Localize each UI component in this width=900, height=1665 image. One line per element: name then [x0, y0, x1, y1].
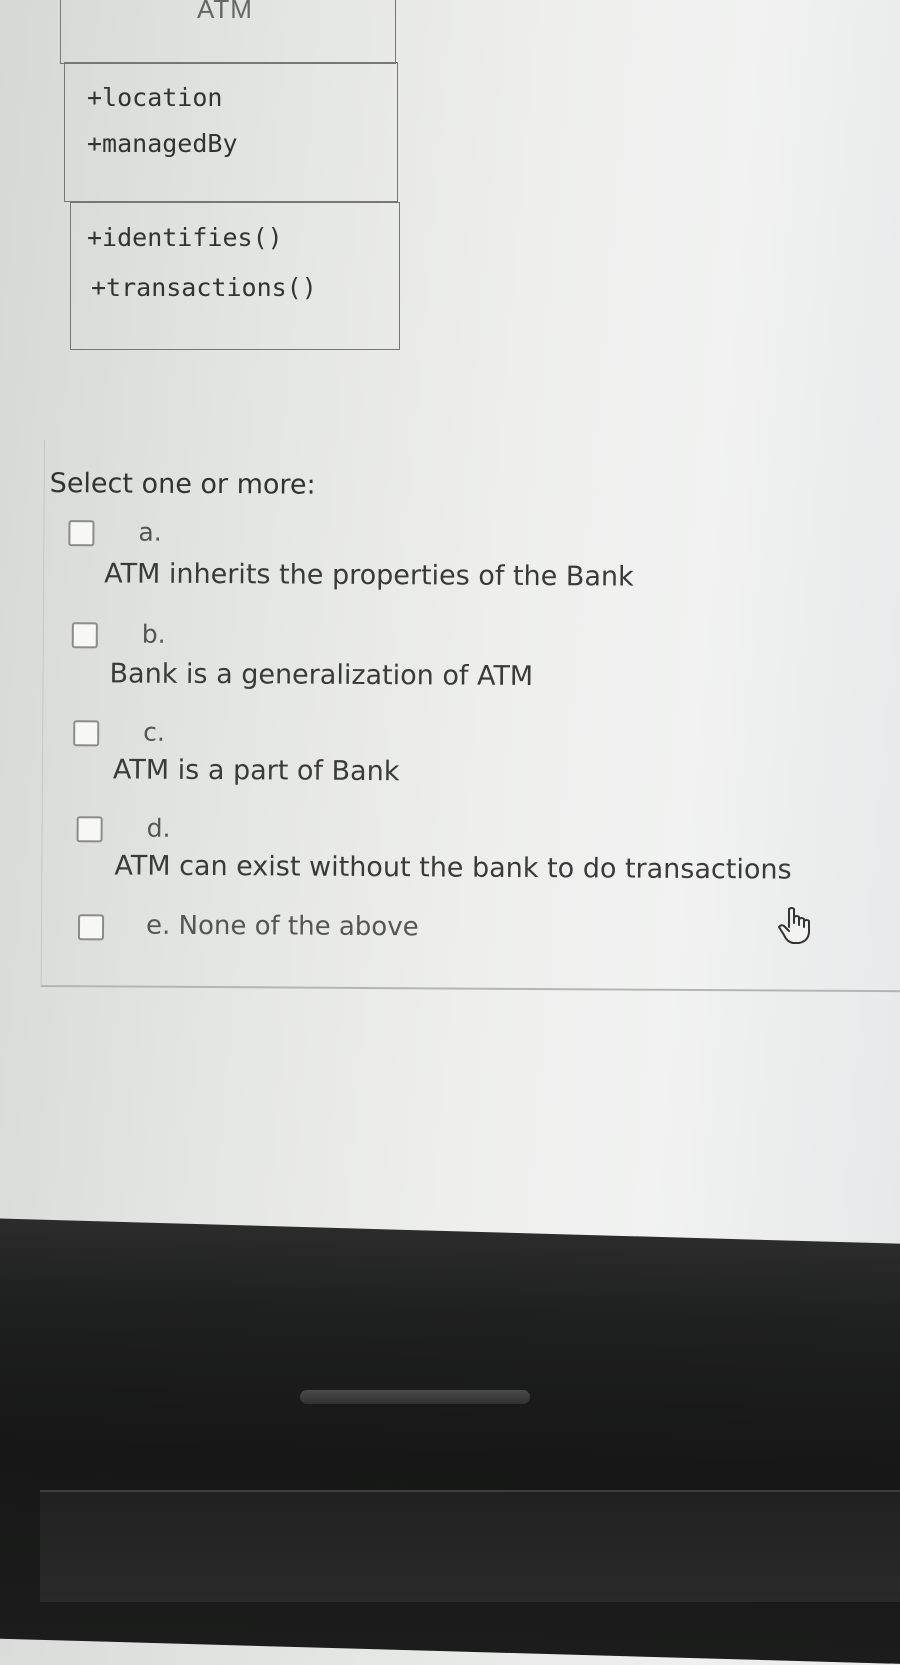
uml-attribute: +managedBy	[87, 129, 238, 158]
option-b-checkbox[interactable]	[71, 622, 98, 649]
uml-attribute: +location	[87, 83, 223, 112]
question-prompt: Select one or more:	[49, 468, 316, 501]
uml-class-name: ATM	[197, 0, 253, 24]
hand-pointer-icon	[778, 907, 810, 944]
option-e-text: e. None of the above	[145, 910, 419, 943]
option-c[interactable]: c. ATM is a part of Bank	[43, 718, 883, 803]
uml-class-diagram: ATM +location +managedBy +identifies() +…	[60, 0, 400, 352]
bezel-highlight	[300, 1390, 530, 1404]
uml-class-name-box: ATM	[60, 0, 396, 64]
option-e[interactable]: e. None of the above	[42, 910, 882, 999]
laptop-keyboard-edge	[40, 1490, 900, 1602]
screen: ATM +location +managedBy +identifies() +…	[0, 0, 900, 1240]
option-c-checkbox[interactable]	[73, 720, 100, 747]
option-b-text: Bank is a generalization of ATM	[109, 658, 534, 692]
option-d-letter: d.	[146, 813, 171, 843]
option-a[interactable]: a. ATM inherits the properties of the Ba…	[44, 518, 884, 603]
uml-method: +transactions()	[91, 273, 317, 302]
uml-methods-box: +identifies() +transactions()	[70, 202, 400, 350]
option-d-text: ATM can exist without the bank to do tra…	[114, 850, 792, 886]
answer-card: Select one or more: a. ATM inherits the …	[40, 440, 900, 993]
uml-method: +identifies()	[87, 223, 283, 252]
uml-attributes-box: +location +managedBy	[64, 62, 398, 202]
option-a-checkbox[interactable]	[68, 520, 95, 547]
option-b-letter: b.	[141, 619, 166, 649]
option-c-letter: c.	[143, 717, 166, 747]
option-a-letter: a.	[138, 517, 162, 547]
option-e-checkbox[interactable]	[77, 914, 105, 941]
option-d[interactable]: d. ATM can exist without the bank to do …	[42, 814, 882, 899]
option-c-text: ATM is a part of Bank	[112, 754, 400, 788]
option-b[interactable]: b. Bank is a generalization of ATM	[43, 620, 883, 705]
option-d-checkbox[interactable]	[76, 816, 103, 843]
option-a-text: ATM inherits the properties of the Bank	[104, 558, 634, 593]
